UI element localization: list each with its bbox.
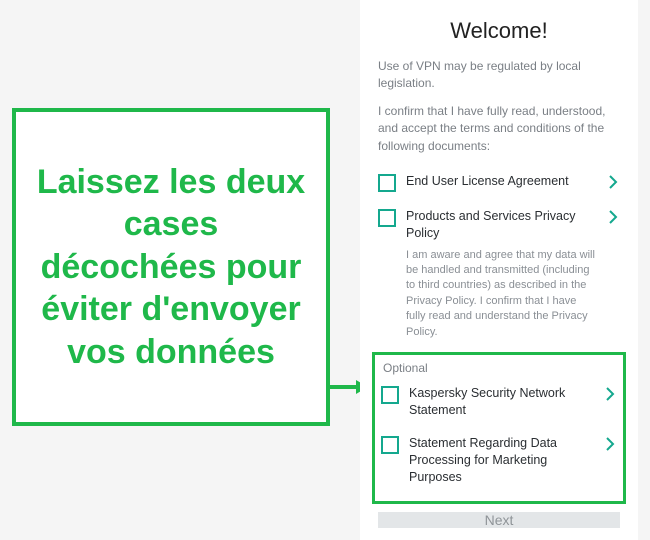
page-title: Welcome! [378, 18, 620, 44]
annotation-text: Laissez les deux cases décochées pour év… [36, 161, 306, 374]
checkbox-privacy[interactable] [378, 209, 396, 227]
optional-section: Optional Kaspersky Security Network Stat… [372, 352, 626, 504]
annotation-callout: Laissez les deux cases décochées pour év… [12, 108, 330, 426]
chevron-right-icon[interactable] [603, 435, 617, 453]
chevron-right-icon[interactable] [603, 385, 617, 403]
consent-main: Statement Regarding Data Processing for … [409, 435, 593, 486]
optional-heading: Optional [381, 361, 617, 375]
consent-label: Statement Regarding Data Processing for … [409, 435, 593, 486]
consent-row-eula: End User License Agreement [378, 165, 620, 200]
chevron-right-icon[interactable] [606, 208, 620, 226]
consent-label: End User License Agreement [406, 173, 596, 190]
consent-row-privacy: Products and Services Privacy Policy I a… [378, 200, 620, 348]
consent-row-marketing: Statement Regarding Data Processing for … [381, 427, 617, 494]
intro-confirm: I confirm that I have fully read, unders… [378, 103, 620, 155]
consent-row-ksn: Kaspersky Security Network Statement [381, 377, 617, 427]
checkbox-eula[interactable] [378, 174, 396, 192]
app-screen: Welcome! Use of VPN may be regulated by … [360, 0, 638, 540]
consent-main: Products and Services Privacy Policy I a… [406, 208, 596, 340]
consent-main: Kaspersky Security Network Statement [409, 385, 593, 419]
next-button[interactable]: Next [378, 512, 620, 528]
consent-main: End User License Agreement [406, 173, 596, 190]
chevron-right-icon[interactable] [606, 173, 620, 191]
consent-label: Products and Services Privacy Policy [406, 208, 596, 242]
consent-description: I am aware and agree that my data will b… [406, 248, 596, 340]
consent-label: Kaspersky Security Network Statement [409, 385, 593, 419]
checkbox-ksn[interactable] [381, 386, 399, 404]
checkbox-marketing[interactable] [381, 436, 399, 454]
intro-legislation: Use of VPN may be regulated by local leg… [378, 58, 620, 93]
